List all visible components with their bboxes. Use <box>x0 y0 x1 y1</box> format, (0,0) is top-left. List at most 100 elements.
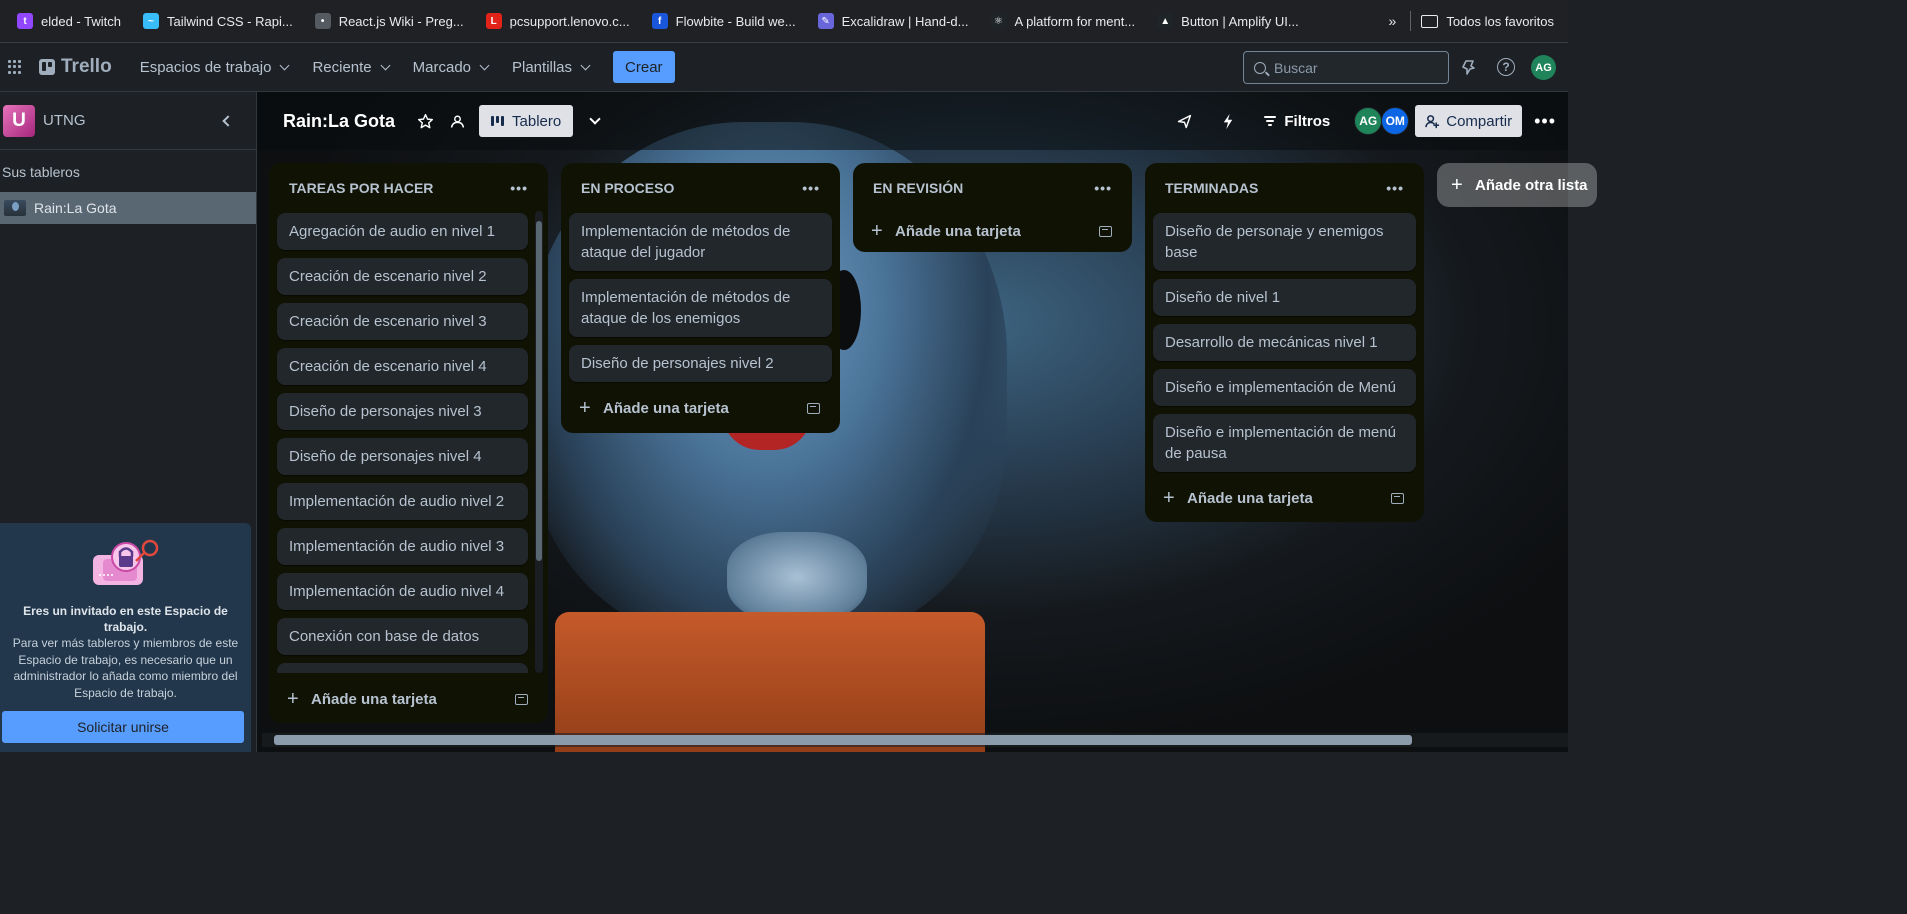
bookmark-item[interactable]: f Flowbite - Build we... <box>641 13 807 29</box>
nav-recent-label: Reciente <box>312 58 372 76</box>
help-button[interactable]: ? <box>1496 57 1516 77</box>
add-card-button[interactable]: + Añade una tarjeta <box>853 213 1132 249</box>
bookmark-item[interactable]: ▲ Button | Amplify UI... <box>1146 13 1310 29</box>
card[interactable]: Implementación de audio nivel 2 <box>277 483 528 520</box>
add-list-button[interactable]: + Añade otra lista <box>1437 163 1597 207</box>
card[interactable]: Creación de escenario nivel 4 <box>277 348 528 385</box>
board-horizontal-scrollbar[interactable] <box>262 733 1568 747</box>
card[interactable]: Implementación de audio nivel 4 <box>277 573 528 610</box>
add-card-button[interactable]: + Añade una tarjeta <box>269 681 548 717</box>
add-card-label: Añade una tarjeta <box>311 690 437 708</box>
list-header[interactable]: EN REVISIÓN ••• <box>853 163 1132 213</box>
bookmark-label: Flowbite - Build we... <box>675 13 796 29</box>
plus-icon: + <box>579 396 591 419</box>
card[interactable]: Diseño e implementación de Menú <box>1153 369 1416 406</box>
all-bookmarks-folder[interactable]: Todos los favoritos <box>1421 14 1568 29</box>
list-title[interactable]: TAREAS POR HACER <box>289 180 433 196</box>
card[interactable]: Conexión con base de datos <box>277 618 528 655</box>
list-menu-icon[interactable]: ••• <box>510 180 528 196</box>
member-avatar: AG <box>1354 107 1383 135</box>
add-card-button[interactable]: + Añade una tarjeta <box>1145 480 1424 516</box>
collapse-sidebar-button[interactable] <box>210 105 242 137</box>
list-header[interactable]: TAREAS POR HACER ••• <box>269 163 548 213</box>
visibility-icon[interactable] <box>441 105 473 137</box>
bookmark-item[interactable]: ~ Tailwind CSS - Rapi... <box>132 13 304 29</box>
bookmark-label: elded - Twitch <box>41 13 121 29</box>
create-from-template-icon[interactable] <box>515 693 528 705</box>
request-join-button[interactable]: Solicitar unirse <box>2 711 244 743</box>
horizontal-scrollbar-thumb[interactable] <box>274 735 1412 745</box>
bookmark-item[interactable]: ⚛ A platform for ment... <box>980 13 1147 29</box>
list-title[interactable]: TERMINADAS <box>1165 180 1258 196</box>
create-button[interactable]: Crear <box>613 51 675 83</box>
add-card-label: Añade una tarjeta <box>603 399 729 417</box>
card[interactable]: Agregación de audio en nivel 1 <box>277 213 528 250</box>
bookmark-label: pcsupport.lenovo.c... <box>509 13 630 29</box>
invite-title: Eres un invitado en este Espacio de trab… <box>23 604 228 634</box>
card[interactable]: Diseño de personaje y enemigos base <box>1153 213 1416 271</box>
list-menu-icon[interactable]: ••• <box>1094 180 1112 196</box>
lock-illustration-icon <box>89 537 163 589</box>
board-menu-icon[interactable]: ••• <box>1522 111 1568 132</box>
search-input[interactable]: Buscar <box>1243 51 1449 84</box>
card[interactable]: Implementación de audio nivel 3 <box>277 528 528 565</box>
bookmark-label: Tailwind CSS - Rapi... <box>166 13 293 29</box>
nav-workspaces[interactable]: Espacios de trabajo <box>128 51 301 83</box>
member-avatar: OM <box>1381 107 1410 135</box>
bookmark-item[interactable]: t elded - Twitch <box>6 13 132 29</box>
filters-label: Filtros <box>1284 112 1331 130</box>
plus-icon: + <box>287 687 299 710</box>
share-button[interactable]: Compartir <box>1415 105 1523 137</box>
nav-templates[interactable]: Plantillas <box>500 51 601 83</box>
views-dropdown-button[interactable] <box>579 105 611 137</box>
list-scrollbar[interactable] <box>535 211 543 673</box>
card[interactable]: Creación de escenario nivel 2 <box>277 258 528 295</box>
add-card-button[interactable]: + Añade una tarjeta <box>561 390 840 426</box>
card[interactable]: Implementación de métodos de ataque de l… <box>569 279 832 337</box>
card[interactable]: Implementación de métodos de ataque del … <box>569 213 832 271</box>
card[interactable]: Diseño de nivel 1 <box>1153 279 1416 316</box>
automation-icon[interactable] <box>1212 105 1244 137</box>
filters-button[interactable]: Filtros <box>1254 113 1340 130</box>
notifications-icon[interactable] <box>1459 57 1479 77</box>
board-members[interactable]: AG OM <box>1354 107 1410 135</box>
list-menu-icon[interactable]: ••• <box>802 180 820 196</box>
list-menu-icon[interactable]: ••• <box>1386 180 1404 196</box>
card[interactable]: Desarrollo de mecánicas nivel 1 <box>1153 324 1416 361</box>
board-header: Rain:La Gota Tablero Filtros AG OM Compa… <box>257 92 1568 150</box>
trello-logo[interactable]: Trello <box>39 56 112 78</box>
create-from-template-icon[interactable] <box>1391 492 1404 504</box>
create-from-template-icon[interactable] <box>1099 225 1112 237</box>
workspace-name[interactable]: UTNG <box>43 112 86 129</box>
card[interactable]: Creación de escenario nivel 3 <box>277 303 528 340</box>
card[interactable]: Diseño de personajes nivel 2 <box>569 345 832 382</box>
your-boards-heading: Sus tableros <box>2 164 80 180</box>
amplify-icon: ▲ <box>1157 13 1174 29</box>
list-header[interactable]: TERMINADAS ••• <box>1145 163 1424 213</box>
create-from-template-icon[interactable] <box>807 402 820 414</box>
list-title[interactable]: EN REVISIÓN <box>873 180 963 196</box>
sidebar-board-label: Rain:La Gota <box>34 200 117 216</box>
bookmark-item[interactable]: ✎ Excalidraw | Hand-d... <box>807 13 980 29</box>
card[interactable]: Diseño e implementación de menú de pausa <box>1153 414 1416 472</box>
sidebar-item-board[interactable]: Rain:La Gota <box>0 192 256 224</box>
card[interactable]: Diseño de personajes nivel 3 <box>277 393 528 430</box>
more-bookmarks-button[interactable]: » <box>1379 13 1407 29</box>
list-header[interactable]: EN PROCESO ••• <box>561 163 840 213</box>
background-character-neck <box>727 532 867 622</box>
nav-starred[interactable]: Marcado <box>401 51 500 83</box>
card[interactable]: Diseño de personajes nivel 4 <box>277 438 528 475</box>
powerups-icon[interactable] <box>1168 105 1200 137</box>
board-view-button[interactable]: Tablero <box>479 105 574 137</box>
card-partial[interactable] <box>277 663 528 673</box>
nav-recent[interactable]: Reciente <box>300 51 400 83</box>
bookmark-item[interactable]: • React.js Wiki - Preg... <box>304 13 475 29</box>
account-menu[interactable]: AG <box>1531 55 1556 80</box>
list-scrollbar-thumb[interactable] <box>536 221 542 561</box>
app-switcher-icon[interactable] <box>8 60 22 74</box>
star-icon[interactable] <box>409 105 441 137</box>
nav-starred-label: Marcado <box>412 58 471 76</box>
list-title[interactable]: EN PROCESO <box>581 180 674 196</box>
bookmark-item[interactable]: Lpcsupport.lenovo.c... <box>475 13 641 29</box>
board-title[interactable]: Rain:La Gota <box>283 111 395 132</box>
